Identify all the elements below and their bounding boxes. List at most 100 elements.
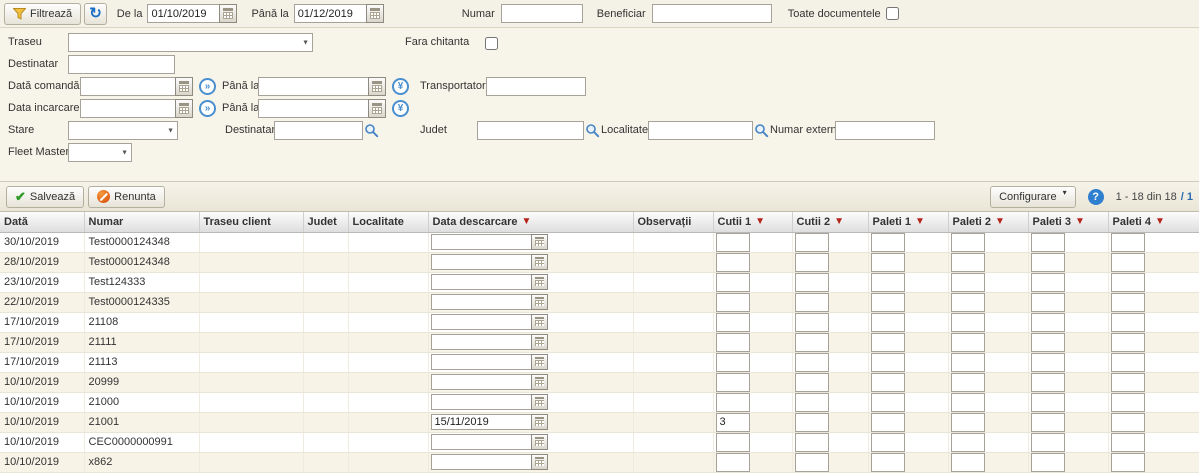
- cutii2-input[interactable]: [795, 393, 829, 412]
- numar-extern-input[interactable]: [835, 121, 935, 140]
- table-row[interactable]: 17/10/2019 21111: [0, 332, 1199, 352]
- paleti4-input[interactable]: [1111, 433, 1145, 452]
- toate-documentele-checkbox[interactable]: [886, 7, 899, 20]
- paleti1-input[interactable]: [871, 353, 905, 372]
- fara-chitanta-checkbox[interactable]: [485, 37, 498, 50]
- date-range-button[interactable]: ¥: [392, 100, 409, 117]
- table-row[interactable]: 22/10/2019 Test0000124335: [0, 292, 1199, 312]
- cutii1-input[interactable]: [716, 333, 750, 352]
- table-row[interactable]: 23/10/2019 Test124333: [0, 272, 1199, 292]
- table-row[interactable]: 17/10/2019 21108: [0, 312, 1199, 332]
- calendar-icon[interactable]: [531, 314, 548, 330]
- paleti2-input[interactable]: [951, 453, 985, 472]
- calendar-icon[interactable]: [531, 354, 548, 370]
- refresh-button[interactable]: ↻: [84, 3, 107, 25]
- calendar-icon[interactable]: [531, 374, 548, 390]
- table-row[interactable]: 10/10/2019 x862: [0, 452, 1199, 472]
- help-icon[interactable]: ?: [1088, 189, 1104, 205]
- cutii2-input[interactable]: [795, 433, 829, 452]
- cutii2-input[interactable]: [795, 453, 829, 472]
- copy-date-forward-button[interactable]: »: [199, 100, 216, 117]
- paleti3-input[interactable]: [1031, 273, 1065, 292]
- paleti2-input[interactable]: [951, 233, 985, 252]
- paleti2-input[interactable]: [951, 393, 985, 412]
- cutii1-input[interactable]: [716, 233, 750, 252]
- data-comanda-input[interactable]: [80, 77, 175, 96]
- destinatar-input[interactable]: [68, 55, 175, 74]
- cutii2-input[interactable]: [795, 413, 829, 432]
- date-range-button[interactable]: ¥: [392, 78, 409, 95]
- calendar-icon[interactable]: [531, 394, 548, 410]
- calendar-icon[interactable]: [531, 254, 548, 270]
- cutii1-input[interactable]: [716, 413, 750, 432]
- cutii1-input[interactable]: [716, 433, 750, 452]
- paleti1-input[interactable]: [871, 393, 905, 412]
- paleti4-input[interactable]: [1111, 293, 1145, 312]
- paleti2-input[interactable]: [951, 333, 985, 352]
- calendar-icon[interactable]: [531, 294, 548, 310]
- paleti4-input[interactable]: [1111, 413, 1145, 432]
- column-header[interactable]: Judet: [303, 212, 348, 232]
- cutii1-input[interactable]: [716, 313, 750, 332]
- cutii2-input[interactable]: [795, 293, 829, 312]
- traseu-select[interactable]: [68, 33, 313, 52]
- paleti3-input[interactable]: [1031, 393, 1065, 412]
- paleti1-input[interactable]: [871, 413, 905, 432]
- column-header[interactable]: Paleti 3▼: [1028, 212, 1108, 232]
- cutii2-input[interactable]: [795, 233, 829, 252]
- data-comanda-pana-la-input[interactable]: [258, 77, 368, 96]
- column-header[interactable]: Data descarcare▼: [428, 212, 633, 232]
- table-row[interactable]: 30/10/2019 Test0000124348: [0, 232, 1199, 252]
- calendar-icon[interactable]: [531, 234, 548, 250]
- paleti2-input[interactable]: [951, 433, 985, 452]
- table-row[interactable]: 10/10/2019 CEC0000000991: [0, 432, 1199, 452]
- numar-input[interactable]: [501, 4, 583, 23]
- paleti1-input[interactable]: [871, 253, 905, 272]
- cutii2-input[interactable]: [795, 353, 829, 372]
- data-descarcare-input[interactable]: [431, 414, 531, 430]
- data-descarcare-input[interactable]: [431, 294, 531, 310]
- column-header[interactable]: Traseu client: [199, 212, 303, 232]
- table-row[interactable]: 28/10/2019 Test0000124348: [0, 252, 1199, 272]
- column-header[interactable]: Paleti 4▼: [1108, 212, 1199, 232]
- column-header[interactable]: Paleti 2▼: [948, 212, 1028, 232]
- paleti4-input[interactable]: [1111, 453, 1145, 472]
- data-descarcare-input[interactable]: [431, 274, 531, 290]
- column-header[interactable]: Cutii 1▼: [713, 212, 792, 232]
- paleti2-input[interactable]: [951, 313, 985, 332]
- paleti3-input[interactable]: [1031, 433, 1065, 452]
- calendar-icon[interactable]: [219, 4, 237, 23]
- data-descarcare-input[interactable]: [431, 454, 531, 470]
- beneficiar-input[interactable]: [652, 4, 772, 23]
- paleti2-input[interactable]: [951, 373, 985, 392]
- paleti2-input[interactable]: [951, 253, 985, 272]
- paleti2-input[interactable]: [951, 293, 985, 312]
- search-icon[interactable]: [364, 123, 379, 138]
- table-row[interactable]: 10/10/2019 21000: [0, 392, 1199, 412]
- data-descarcare-input[interactable]: [431, 354, 531, 370]
- fleet-master-select[interactable]: [68, 143, 132, 162]
- column-header[interactable]: Cutii 2▼: [792, 212, 868, 232]
- table-row[interactable]: 17/10/2019 21113: [0, 352, 1199, 372]
- data-descarcare-input[interactable]: [431, 394, 531, 410]
- paleti3-input[interactable]: [1031, 453, 1065, 472]
- data-incarcare-pana-la-input[interactable]: [258, 99, 368, 118]
- data-descarcare-input[interactable]: [431, 334, 531, 350]
- data-descarcare-input[interactable]: [431, 234, 531, 250]
- paleti4-input[interactable]: [1111, 393, 1145, 412]
- paleti3-input[interactable]: [1031, 413, 1065, 432]
- paleti3-input[interactable]: [1031, 373, 1065, 392]
- configure-button[interactable]: Configurare ▾: [990, 186, 1076, 208]
- paleti3-input[interactable]: [1031, 253, 1065, 272]
- paleti2-input[interactable]: [951, 273, 985, 292]
- paleti1-input[interactable]: [871, 433, 905, 452]
- table-row[interactable]: 10/10/2019 20999: [0, 372, 1199, 392]
- cutii2-input[interactable]: [795, 313, 829, 332]
- data-incarcare-input[interactable]: [80, 99, 175, 118]
- cutii2-input[interactable]: [795, 253, 829, 272]
- destinatar-lookup-input[interactable]: [274, 121, 363, 140]
- calendar-icon[interactable]: [366, 4, 384, 23]
- cutii1-input[interactable]: [716, 393, 750, 412]
- search-icon[interactable]: [754, 123, 769, 138]
- cutii1-input[interactable]: [716, 373, 750, 392]
